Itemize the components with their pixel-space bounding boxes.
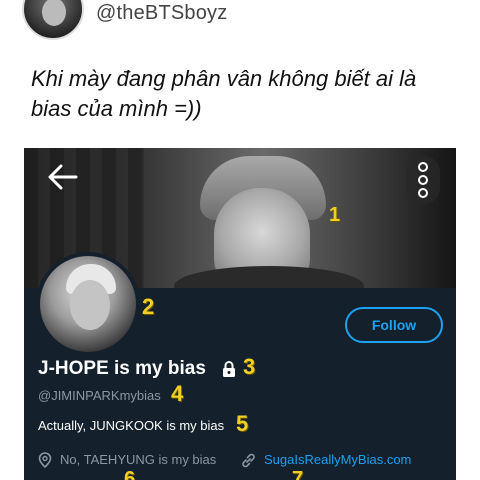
profile-location: No, TAEHYUNG is my bias	[60, 452, 217, 467]
link-icon	[242, 453, 255, 468]
tweet-header: @theBTSboyz	[0, 0, 480, 48]
profile-bio: Actually, JUNGKOOK is my bias	[38, 418, 225, 433]
annotation-3: 3	[243, 354, 256, 379]
annotation-1: 1	[329, 204, 341, 226]
annotation-5: 5	[236, 411, 249, 436]
tweet-author-avatar[interactable]	[22, 0, 84, 40]
profile-screenshot: 1 2 Follow J-HOPE is my bias 3 @JIMINPAR…	[24, 148, 456, 480]
profile-website-link[interactable]: SugaIsReallyMyBias.com	[264, 452, 411, 467]
display-name: J-HOPE is my bias	[38, 358, 206, 379]
annotation-2: 2	[142, 294, 155, 319]
follow-button[interactable]: Follow	[345, 307, 443, 343]
tweet-caption: Khi mày đang phân vân không biết ai là b…	[31, 66, 417, 121]
location-pin-icon	[38, 452, 52, 468]
back-arrow-icon[interactable]	[46, 162, 80, 192]
annotation-4: 4	[171, 381, 184, 406]
lock-icon	[223, 361, 235, 377]
tweet-author-handle[interactable]: @theBTSboyz	[96, 2, 227, 25]
annotation-6: 6	[124, 468, 136, 480]
annotation-7: 7	[292, 468, 304, 480]
screen-name: @JIMINPARKmybias	[38, 388, 161, 403]
avatar[interactable]	[36, 252, 140, 356]
more-vertical-icon[interactable]	[406, 156, 440, 204]
profile-meta-row: No, TAEHYUNG is my bias SugaIsReallyMyBi…	[38, 451, 456, 471]
